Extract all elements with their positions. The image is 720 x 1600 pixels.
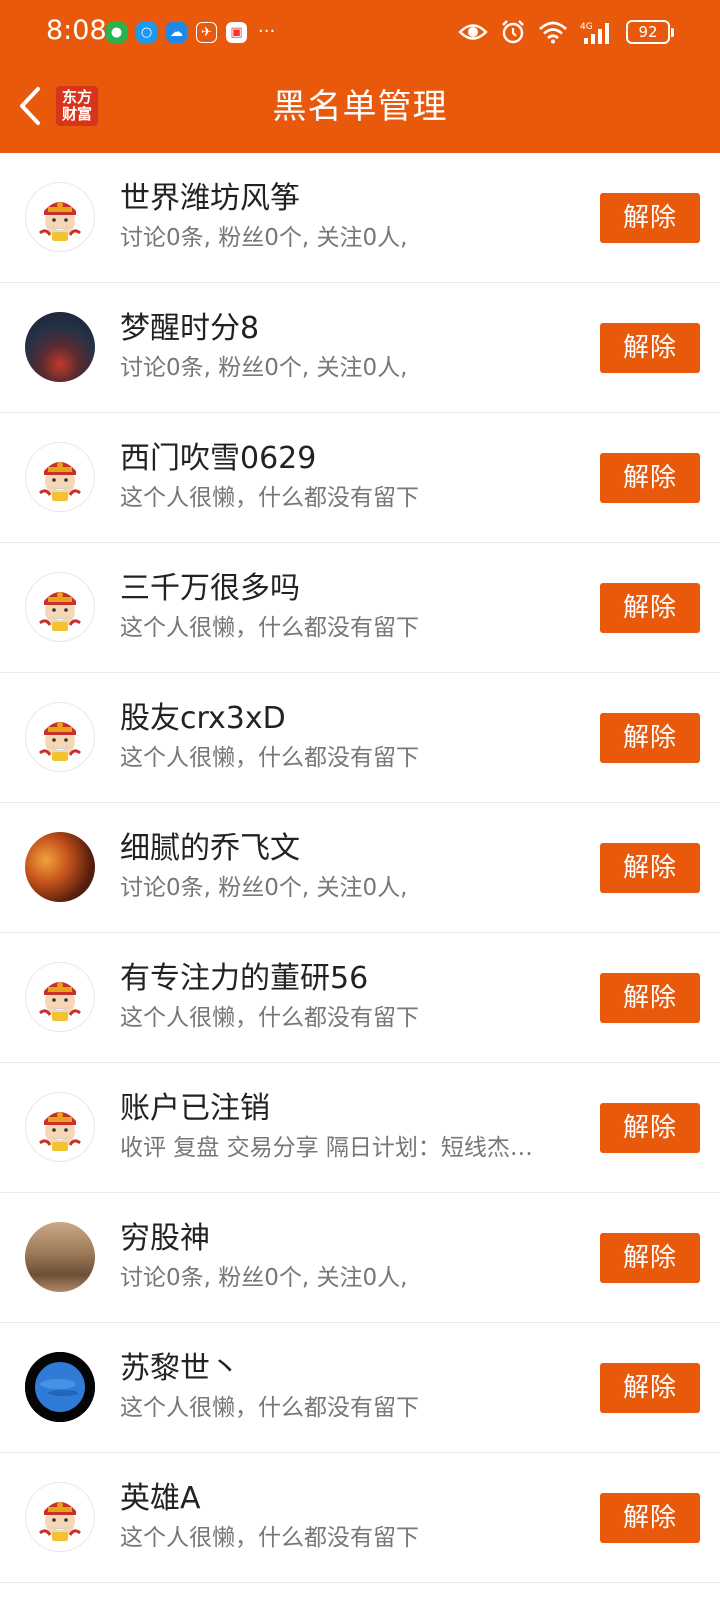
user-name[interactable]: 细腻的乔飞文 (120, 829, 300, 869)
avatar[interactable] (25, 442, 95, 512)
navigation-bar: 东方 财富 黑名单管理 (0, 64, 720, 153)
user-description: 这个人很懒，什么都没有留下 (120, 1395, 419, 1421)
calendar-app-icon: ▣ (226, 21, 247, 43)
status-time: 8:08 (46, 15, 107, 46)
unblock-button[interactable]: 解除 (600, 1103, 700, 1153)
page-title: 黑名单管理 (272, 87, 448, 127)
user-description: 这个人很懒，什么都没有留下 (120, 615, 419, 641)
cloud-app-icon: ☁ (166, 21, 187, 43)
list-item[interactable]: 西门吹雪0629 这个人很懒，什么都没有留下 解除 (0, 413, 720, 543)
more-notifications-icon: ··· (258, 21, 276, 42)
unblock-button[interactable]: 解除 (600, 583, 700, 633)
unblock-button[interactable]: 解除 (600, 1363, 700, 1413)
user-name[interactable]: 世界潍坊风筝 (120, 179, 300, 219)
user-description: 这个人很懒，什么都没有留下 (120, 1525, 419, 1551)
avatar[interactable] (25, 1482, 95, 1552)
user-description: 这个人很懒，什么都没有留下 (120, 1005, 419, 1031)
list-item[interactable]: 苏黎世丶这个人很懒，什么都没有留下 解除 (0, 1323, 720, 1453)
user-name[interactable]: 英雄A (120, 1479, 201, 1519)
user-description: 讨论0条, 粉丝0个, 关注0人, (120, 1265, 408, 1291)
wifi-icon (538, 20, 568, 44)
avatar[interactable] (25, 702, 95, 772)
unblock-button[interactable]: 解除 (600, 713, 700, 763)
user-name[interactable]: 苏黎世丶 (120, 1349, 240, 1389)
list-item[interactable]: 世界潍坊风筝讨论0条, 粉丝0个, 关注0人, 解除 (0, 153, 720, 283)
system-icons: 4G 92 (458, 18, 674, 46)
list-item[interactable]: 穷股神讨论0条, 粉丝0个, 关注0人, 解除 (0, 1193, 720, 1323)
list-item[interactable]: 英雄A 这个人很懒，什么都没有留下 解除 (0, 1453, 720, 1583)
battery-level: 92 (638, 23, 658, 41)
wechat-icon: ● (106, 21, 127, 43)
list-item[interactable]: 有专注力的董研56 这个人很懒，什么都没有留下 解除 (0, 933, 720, 1063)
top-bar: 8:08 ● ○ ☁ ✈ ▣ ··· 4G 92 东方 财富 黑名单管理 (0, 0, 720, 153)
unblock-button[interactable]: 解除 (600, 193, 700, 243)
blocked-user-list: 世界潍坊风筝 讨论0条, 粉丝0个, 关注0人, 解除 梦醒时分8 讨论0条, 粉丝0个… (0, 153, 720, 1583)
list-item[interactable]: 三千万很多吗这个人很懒，什么都没有留下 解除 (0, 543, 720, 673)
user-name[interactable]: 三千万很多吗 (120, 569, 300, 609)
avatar[interactable] (25, 312, 95, 382)
unblock-button[interactable]: 解除 (600, 843, 700, 893)
search-app-icon: ○ (136, 21, 157, 43)
list-item[interactable]: 梦醒时分8 讨论0条, 粉丝0个, 关注0人, 解除 (0, 283, 720, 413)
avatar[interactable] (25, 182, 95, 252)
user-description: 讨论0条, 粉丝0个, 关注0人, (120, 355, 408, 381)
user-name[interactable]: 账户已注销 (120, 1089, 270, 1129)
user-name[interactable]: 穷股神 (120, 1219, 210, 1259)
unblock-button[interactable]: 解除 (600, 453, 700, 503)
cellular-signal-icon: 4G (580, 19, 614, 45)
user-name[interactable]: 股友crx3xD (120, 699, 286, 739)
avatar[interactable] (25, 962, 95, 1032)
unblock-button[interactable]: 解除 (600, 1493, 700, 1543)
user-description: 这个人很懒，什么都没有留下 (120, 485, 419, 511)
avatar[interactable] (25, 1092, 95, 1162)
notification-icons: ● ○ ☁ ✈ ▣ ··· (106, 20, 275, 44)
alarm-icon (500, 19, 526, 45)
user-description: 这个人很懒，什么都没有留下 (120, 745, 419, 771)
avatar[interactable] (25, 1352, 95, 1422)
user-name[interactable]: 梦醒时分8 (120, 309, 259, 349)
user-name[interactable]: 有专注力的董研56 (120, 959, 368, 999)
unblock-button[interactable]: 解除 (600, 973, 700, 1023)
avatar[interactable] (25, 1222, 95, 1292)
avatar[interactable] (25, 572, 95, 642)
eye-icon (458, 21, 488, 43)
unblock-button[interactable]: 解除 (600, 323, 700, 373)
svg-text:4G: 4G (580, 22, 593, 32)
user-description: 讨论0条, 粉丝0个, 关注0人, (120, 875, 408, 901)
list-item[interactable]: 股友crx3xD 这个人很懒，什么都没有留下 解除 (0, 673, 720, 803)
user-name[interactable]: 西门吹雪0629 (120, 439, 316, 479)
list-item[interactable]: 细腻的乔飞文讨论0条, 粉丝0个, 关注0人, 解除 (0, 803, 720, 933)
status-bar: 8:08 ● ○ ☁ ✈ ▣ ··· 4G 92 (0, 0, 720, 64)
avatar[interactable] (25, 832, 95, 902)
user-description: 收评 复盘 交易分享 隔日计划：短线杰… (120, 1135, 533, 1161)
list-item[interactable]: 账户已注销收评 复盘 交易分享 隔日计划：短线杰… 解除 (0, 1063, 720, 1193)
unblock-button[interactable]: 解除 (600, 1233, 700, 1283)
user-description: 讨论0条, 粉丝0个, 关注0人, (120, 225, 408, 251)
news-app-icon: ✈ (196, 21, 217, 43)
battery-indicator: 92 (626, 20, 674, 44)
